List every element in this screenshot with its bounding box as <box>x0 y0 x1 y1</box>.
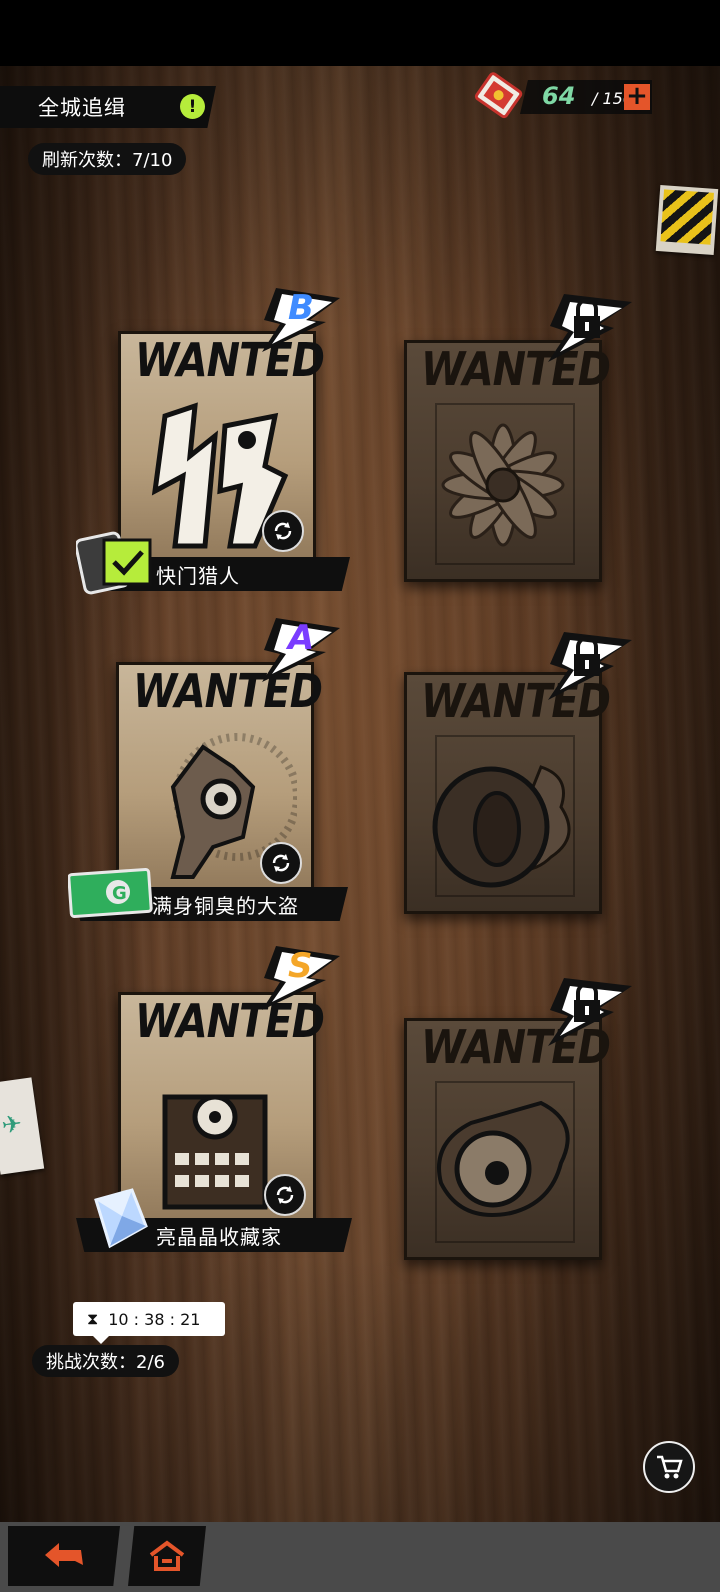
tire-art <box>432 765 571 888</box>
back-button[interactable] <box>8 1526 120 1586</box>
refresh-icon <box>274 522 292 540</box>
caution-sticker <box>655 185 719 255</box>
flower-art <box>441 423 565 547</box>
home-icon <box>149 1540 185 1571</box>
target-name: 满身铜臭的大盗 <box>152 893 299 918</box>
grade-letter: A <box>288 618 315 658</box>
refresh-count: 刷新次数：7/10 <box>28 143 187 175</box>
challenge-count: 挑战次数：2/6 <box>32 1345 179 1377</box>
hourglass-icon: ⧗ <box>87 1309 99 1328</box>
currency-amount: 64 <box>542 82 576 110</box>
status-bar <box>0 0 720 66</box>
refresh-icon <box>276 1186 294 1204</box>
lock-icon <box>548 632 632 700</box>
event-title-bar: 全城追缉 ! <box>0 86 216 128</box>
timer-value: 10 : 38 : 21 <box>108 1309 201 1329</box>
wanted-card-6-locked[interactable]: WANTED <box>404 1018 611 1260</box>
refresh-card-button-3[interactable] <box>260 842 302 884</box>
target-name: 快门猎人 <box>156 563 240 588</box>
cash-ticket-icon: G <box>68 867 153 919</box>
event-title: 全城追缉 <box>38 96 126 120</box>
wanted-card-2-locked[interactable]: WANTED <box>404 340 611 582</box>
grade-letter-wrap-s: S <box>256 942 340 1012</box>
grade-letter-wrap-b: B <box>256 284 340 354</box>
countdown-timer: ⧗ 10 : 38 : 21 <box>73 1302 225 1344</box>
grade-letter-wrap-a: A <box>256 614 340 684</box>
crystal-icon <box>94 1188 148 1249</box>
add-currency-button[interactable]: + <box>624 83 650 110</box>
svg-text:G: G <box>112 883 127 904</box>
eye-creature-art <box>437 1100 570 1217</box>
refresh-card-button-5[interactable] <box>264 1174 306 1216</box>
lock-icon <box>548 978 632 1046</box>
currency-bar: 64 / 150 + <box>520 80 652 114</box>
info-icon[interactable]: ! <box>180 94 205 119</box>
refresh-icon <box>272 854 290 872</box>
cart-icon <box>657 1455 683 1479</box>
ticket-icon <box>474 72 523 119</box>
lock-icon <box>548 294 632 362</box>
shop-cart-button[interactable] <box>643 1441 695 1493</box>
back-arrow-icon <box>45 1543 83 1567</box>
memory-film-icon <box>76 531 152 595</box>
wanted-card-4-locked[interactable]: WANTED <box>404 672 611 914</box>
target-name: 亮晶晶收藏家 <box>156 1224 282 1249</box>
grade-letter: S <box>288 946 313 986</box>
refresh-card-button-1[interactable] <box>262 510 304 552</box>
home-button[interactable] <box>128 1526 206 1586</box>
grade-letter: B <box>288 288 314 328</box>
